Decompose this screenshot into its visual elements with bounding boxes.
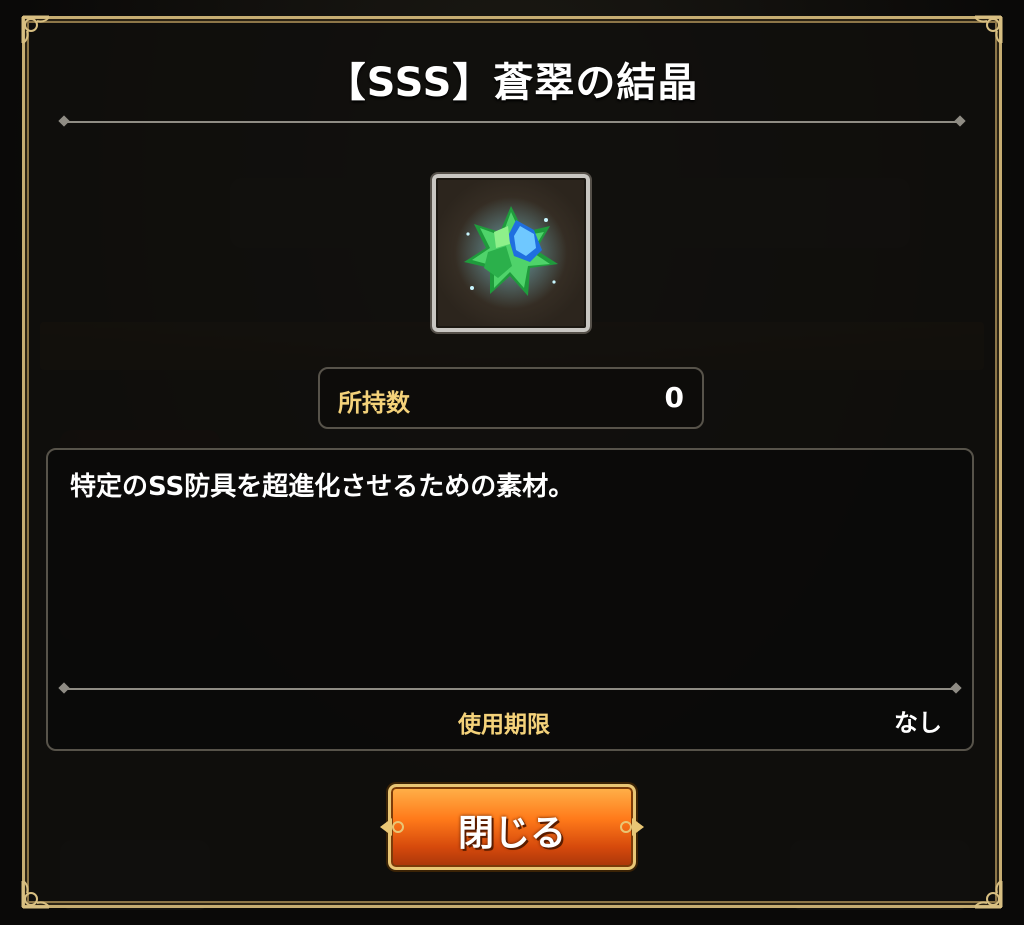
owned-count-box: 所持数 0 [318,367,704,429]
description-panel: 特定のSS防具を超進化させるための素材。 使用期限 なし [46,448,974,751]
expiry-value: なし [894,709,942,737]
green-blue-crystal-icon [455,197,567,309]
close-button[interactable]: 閉じる [378,784,646,870]
title-divider [64,121,960,123]
dialog-title: 【SSS】蒼翠の結晶 [325,60,699,106]
owned-count-value: 0 [664,381,684,414]
corner-ornament [959,865,1005,911]
corner-ornament [19,865,65,911]
description-divider [64,688,956,690]
item-icon-frame [432,174,590,332]
owned-count-label: 所持数 [338,389,410,417]
close-button-label[interactable]: 閉じる [378,804,646,856]
expiry-label: 使用期限 [458,712,550,738]
item-description: 特定のSS防具を超進化させるための素材。 [70,472,575,502]
